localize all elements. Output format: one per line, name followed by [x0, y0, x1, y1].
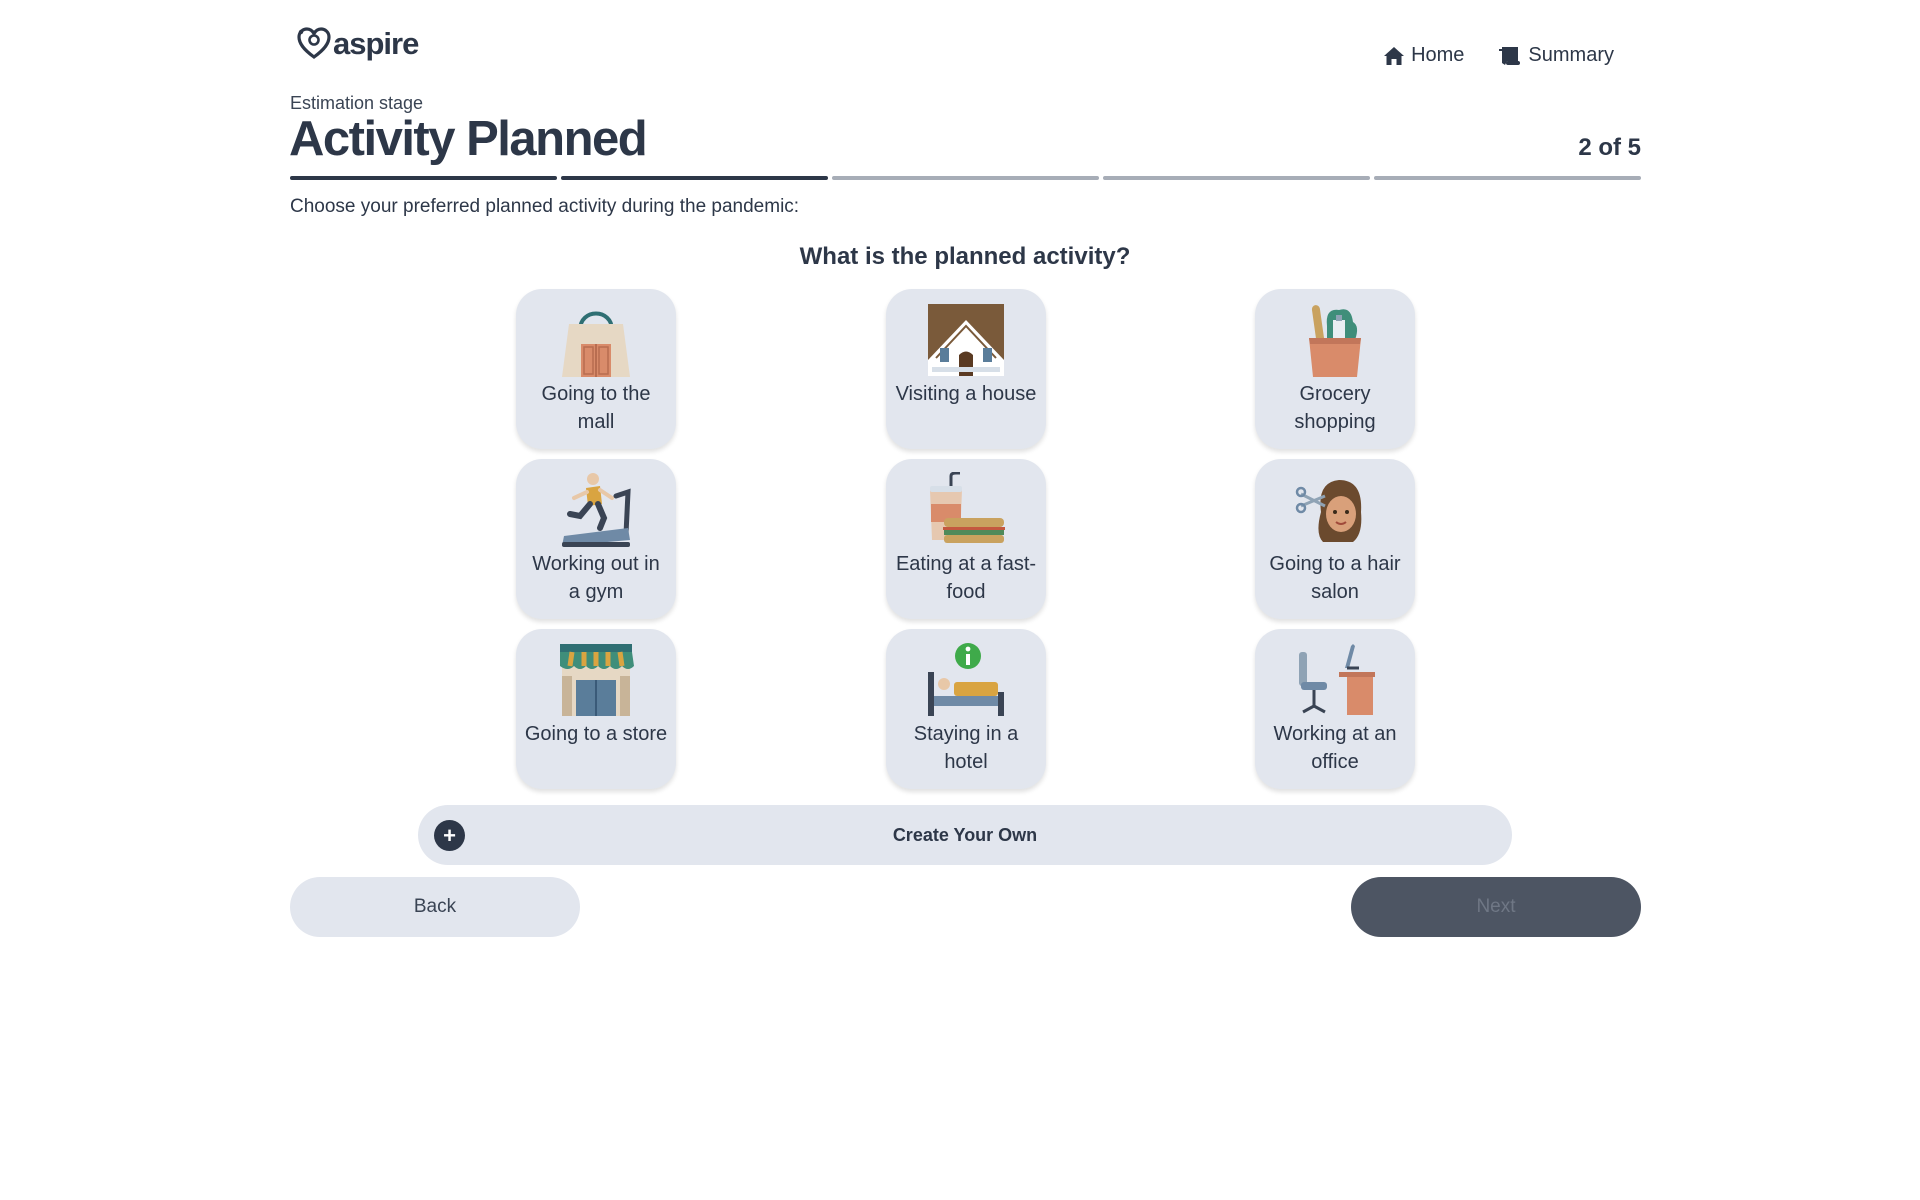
activity-card-grocery[interactable]: Grocery shopping	[1255, 289, 1415, 449]
house-icon	[926, 302, 1006, 378]
hair-salon-icon	[1295, 472, 1375, 548]
page-title: Activity Planned	[289, 112, 648, 166]
activity-card-hair-salon[interactable]: Going to a hair salon	[1255, 459, 1415, 619]
activity-label: Working out in a gym	[532, 553, 660, 603]
activity-label: Grocery shopping	[1294, 383, 1376, 433]
nav-home-link[interactable]: Home	[1383, 44, 1464, 67]
activity-label: Going to the mall	[541, 383, 651, 433]
step-counter: 2 of 5	[1578, 134, 1641, 161]
activity-card-mall[interactable]: Going to the mall	[516, 289, 676, 449]
shopping-bag-icon	[556, 302, 636, 378]
plus-circle-icon: +	[434, 820, 465, 851]
aspire-logo: aspire	[297, 26, 419, 62]
grocery-bag-icon	[1295, 302, 1375, 378]
heart-logo-icon	[297, 27, 331, 59]
top-nav: Home Summary	[1383, 44, 1614, 67]
activity-label: Staying in a hotel	[913, 723, 1019, 773]
back-button[interactable]: Back	[290, 877, 580, 937]
nav-summary-label: Summary	[1528, 44, 1614, 66]
activity-card-house[interactable]: Visiting a house	[886, 289, 1046, 449]
scroll-icon	[1499, 46, 1521, 65]
nav-home-label: Home	[1411, 44, 1465, 66]
activity-label: Eating at a fast-food	[895, 553, 1037, 603]
storefront-icon	[556, 642, 636, 718]
activity-card-hotel[interactable]: Staying in a hotel	[886, 629, 1046, 789]
progress-segment	[290, 176, 557, 180]
next-button[interactable]: Next	[1351, 877, 1641, 937]
activity-card-gym[interactable]: Working out in a gym	[516, 459, 676, 619]
office-desk-icon	[1295, 642, 1375, 718]
question-heading: What is the planned activity?	[799, 243, 1131, 270]
progress-bar	[290, 176, 1641, 180]
home-icon	[1384, 46, 1405, 65]
fast-food-icon	[926, 472, 1006, 548]
create-your-own-label: Create Your Own	[892, 824, 1038, 845]
progress-segment	[832, 176, 1099, 180]
progress-segment	[1374, 176, 1641, 180]
activity-card-store[interactable]: Going to a store	[516, 629, 676, 789]
treadmill-icon	[556, 472, 636, 548]
instruction-text: Choose your preferred planned activity d…	[290, 196, 800, 217]
activity-label: Going to a hair salon	[1269, 553, 1401, 603]
progress-segment	[561, 176, 828, 180]
create-your-own-button[interactable]: + Create Your Own	[418, 805, 1512, 865]
progress-segment	[1103, 176, 1370, 180]
activity-card-fast-food[interactable]: Eating at a fast-food	[886, 459, 1046, 619]
brand-name: aspire	[333, 26, 419, 61]
activity-card-office[interactable]: Working at an office	[1255, 629, 1415, 789]
nav-summary-link[interactable]: Summary	[1498, 44, 1614, 67]
activity-label: Visiting a house	[895, 383, 1037, 405]
activity-label: Going to a store	[524, 723, 668, 745]
activity-label: Working at an office	[1273, 723, 1397, 773]
hotel-bed-icon	[926, 642, 1006, 718]
